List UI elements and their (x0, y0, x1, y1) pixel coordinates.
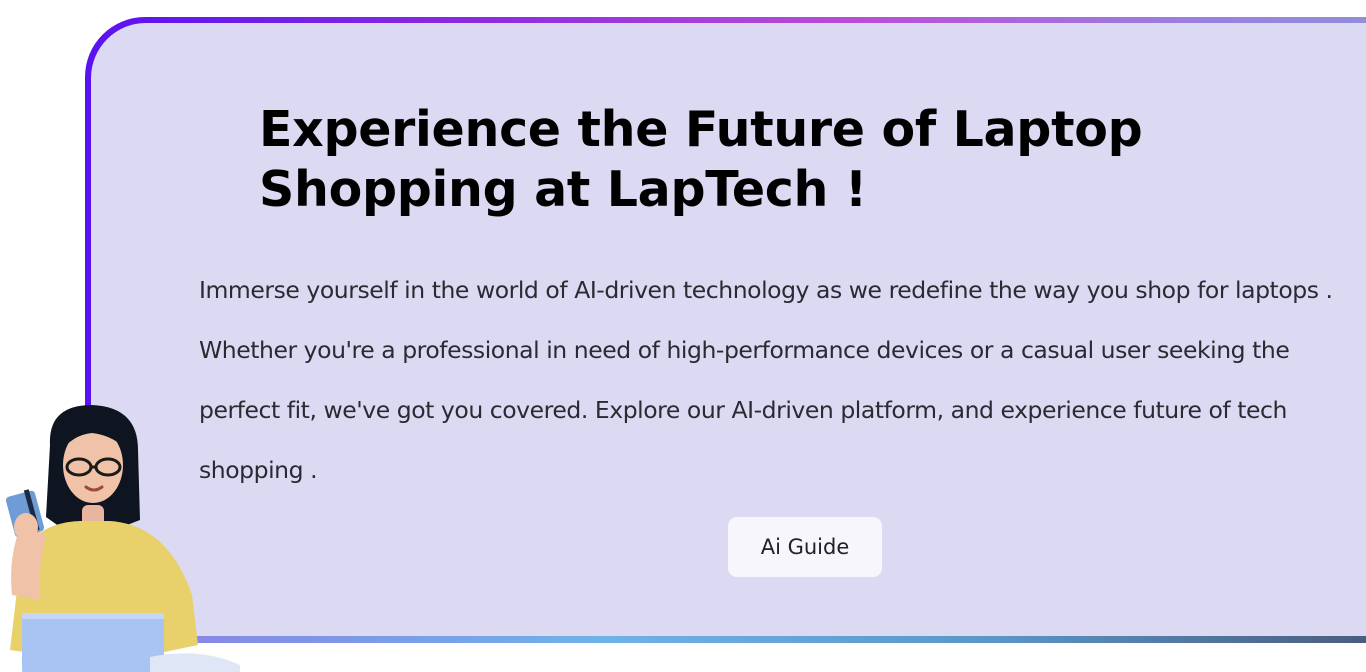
laptop-icon (22, 613, 164, 672)
hero-description: Immerse yourself in the world of AI-driv… (199, 276, 1333, 484)
ai-guide-button[interactable]: Ai Guide (728, 517, 882, 577)
page: Experience the Future of Laptop Shopping… (0, 0, 1366, 672)
hero-bottom-border (85, 636, 1366, 643)
hero-title: Experience the Future of Laptop Shopping… (259, 101, 1143, 218)
woman-shopping-illustration (5, 405, 240, 672)
